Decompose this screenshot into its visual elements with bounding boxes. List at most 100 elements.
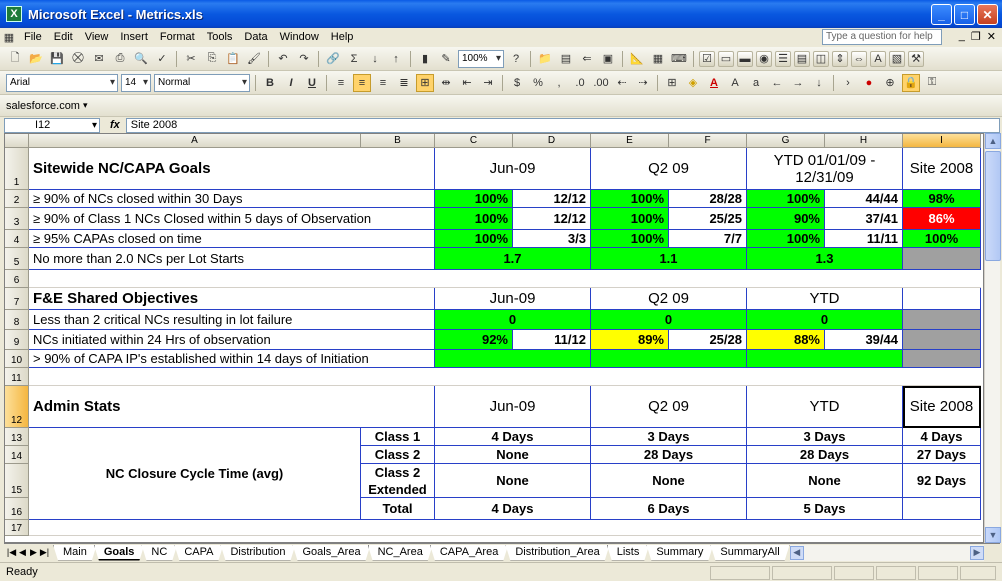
period-header[interactable]: Jun-09	[435, 386, 591, 428]
blank-row[interactable]	[29, 368, 981, 386]
site-value[interactable]: 92 Days	[903, 464, 981, 498]
doc-close-button[interactable]: ✕	[987, 30, 996, 43]
merged-value[interactable]: 1.1	[591, 248, 747, 270]
metric-label[interactable]: Less than 2 critical NCs resulting in lo…	[29, 310, 435, 330]
menu-file[interactable]: File	[18, 31, 48, 43]
section-title[interactable]: Sitewide NC/CAPA Goals	[29, 148, 435, 190]
section-title[interactable]: F&E Shared Objectives	[29, 288, 435, 310]
site-value[interactable]	[903, 498, 981, 520]
row-header[interactable]: 10	[5, 350, 29, 368]
row-header[interactable]: 4	[5, 230, 29, 248]
sheet-tab[interactable]: CAPA	[174, 545, 223, 561]
properties-icon[interactable]: ▦	[649, 50, 667, 68]
metric-label[interactable]: ≥ 90% of Class 1 NCs Closed within 5 day…	[29, 208, 435, 230]
cycle-time[interactable]: 3 Days	[747, 428, 903, 446]
menu-data[interactable]: Data	[238, 31, 273, 43]
empty-cell[interactable]	[903, 330, 981, 350]
period-header[interactable]: Q2 09	[591, 288, 747, 310]
print-icon[interactable]: ⎙	[111, 50, 129, 68]
cycle-time[interactable]: None	[435, 446, 591, 464]
count-value[interactable]: 39/44	[825, 330, 903, 350]
last-sheet-icon[interactable]: ▶|	[39, 547, 50, 558]
currency-icon[interactable]: $	[508, 74, 526, 92]
decrease-decimal-icon[interactable]: .00	[592, 74, 610, 92]
minimize-button[interactable]: _	[931, 4, 952, 25]
merged-value[interactable]: 0	[591, 310, 747, 330]
sheet-tab[interactable]: NC	[141, 545, 177, 561]
empty-cell[interactable]	[903, 248, 981, 270]
percent-value[interactable]: 100%	[591, 230, 669, 248]
doc-restore-button[interactable]: ❐	[971, 30, 981, 43]
row-header[interactable]: 15	[5, 464, 29, 498]
lock-icon[interactable]: 🔒	[902, 73, 920, 92]
merged-value[interactable]	[747, 350, 903, 368]
count-value[interactable]: 3/3	[513, 230, 591, 248]
row-header[interactable]: 1	[5, 148, 29, 190]
percent-value[interactable]: 89%	[591, 330, 669, 350]
record-icon[interactable]: ●	[860, 74, 878, 92]
format-painter-icon[interactable]: 🖌	[245, 50, 263, 68]
sheet-tab[interactable]: Summary	[646, 545, 713, 561]
arrow-right-icon[interactable]: →	[789, 74, 807, 92]
view-code-icon[interactable]: ⌨	[670, 50, 688, 68]
cycle-time[interactable]: None	[747, 464, 903, 498]
horizontal-scrollbar[interactable]: ◀ ▶	[789, 544, 984, 561]
align-left-icon[interactable]: ≡	[332, 74, 350, 92]
review-icon[interactable]: ▤	[557, 50, 575, 68]
name-box[interactable]: I12	[4, 117, 100, 133]
merged-value[interactable]: 0	[435, 310, 591, 330]
cycle-time[interactable]: 5 Days	[747, 498, 903, 520]
row-header[interactable]: 14	[5, 446, 29, 464]
cycle-time[interactable]: 4 Days	[435, 428, 591, 446]
spin-control-icon[interactable]: ⇕	[832, 50, 848, 67]
percent-value[interactable]: 100%	[747, 190, 825, 208]
autosum-icon[interactable]: Σ	[345, 50, 363, 68]
merged-value[interactable]: 1.3	[747, 248, 903, 270]
metric-label[interactable]: > 90% of CAPA IP's established within 14…	[29, 350, 435, 368]
count-value[interactable]: 28/28	[669, 190, 747, 208]
arrow-left-icon[interactable]: ←	[768, 74, 786, 92]
bold-button[interactable]: B	[261, 74, 279, 92]
site-value[interactable]: 27 Days	[903, 446, 981, 464]
decrease-indent-icon[interactable]: ⇠	[613, 74, 631, 92]
folder-icon[interactable]: 📁	[536, 50, 554, 68]
empty-cell[interactable]	[903, 310, 981, 330]
formula-input[interactable]: Site 2008	[125, 117, 1000, 133]
percent-value[interactable]: 90%	[747, 208, 825, 230]
scroll-down-icon[interactable]: ▼	[985, 527, 1001, 543]
security-icon[interactable]: ⚿	[923, 74, 941, 92]
column-header[interactable]: I	[903, 134, 981, 148]
merged-value[interactable]: 1.7	[435, 248, 591, 270]
sheet-tab[interactable]: NC_Area	[368, 545, 433, 561]
site-value[interactable]: 100%	[903, 230, 981, 248]
scroll-right-icon[interactable]: ▶	[970, 545, 984, 560]
zoom-select[interactable]: 100%	[458, 49, 504, 68]
sort-descending-icon[interactable]: ↑	[387, 50, 405, 68]
sheet-tab[interactable]: Main	[53, 545, 97, 561]
image-control-icon[interactable]: ▧	[889, 50, 905, 67]
row-header[interactable]: 11	[5, 368, 29, 386]
row-header[interactable]: 17	[5, 520, 29, 536]
doc-minimize-button[interactable]: _	[959, 30, 965, 43]
salesforce-menu[interactable]: salesforce.com	[6, 100, 80, 112]
class-label[interactable]: Class 2 Extended	[361, 464, 435, 498]
scroll-control-icon[interactable]: ⇔	[851, 50, 867, 67]
help-search-input[interactable]: Type a question for help	[822, 29, 942, 45]
merged-value[interactable]	[591, 350, 747, 368]
font-size-select[interactable]: 14	[121, 73, 151, 92]
list-control-icon[interactable]: ☰	[775, 50, 791, 67]
count-value[interactable]: 25/25	[669, 208, 747, 230]
period-header[interactable]: YTD	[747, 288, 903, 310]
grow-font-icon[interactable]: A	[726, 74, 744, 92]
justify-icon[interactable]: ≣	[395, 74, 413, 92]
metric-label[interactable]: ≥ 95% CAPAs closed on time	[29, 230, 435, 248]
drawing-icon[interactable]: ✎	[437, 50, 455, 68]
style-select[interactable]: Normal	[154, 73, 250, 92]
undo-icon[interactable]: ↶	[274, 50, 292, 68]
zoom-tool-icon[interactable]: ⊕	[881, 74, 899, 92]
class-label[interactable]: Class 2	[361, 446, 435, 464]
shrink-font-icon[interactable]: a	[747, 74, 765, 92]
column-header[interactable]: G	[747, 134, 825, 148]
site-value[interactable]: 98%	[903, 190, 981, 208]
scroll-thumb[interactable]	[985, 151, 1001, 261]
